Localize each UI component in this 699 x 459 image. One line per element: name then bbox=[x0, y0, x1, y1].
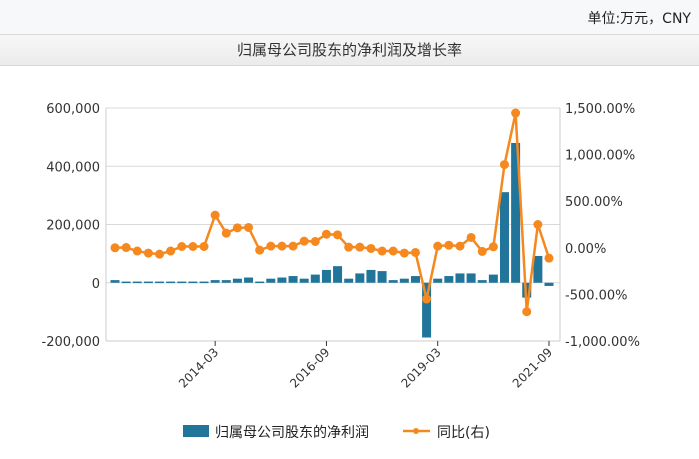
bar bbox=[499, 192, 509, 283]
line-point bbox=[232, 223, 242, 233]
bar bbox=[299, 278, 309, 283]
combo-chart: 600,000 400,000 200,000 0 -200,000 1,500.00% 1… bbox=[42, 102, 640, 441]
line-point bbox=[166, 246, 176, 256]
bar bbox=[388, 280, 398, 283]
y-left-tick-label: -200,000 bbox=[42, 335, 100, 350]
line-point bbox=[333, 230, 343, 240]
line-point bbox=[366, 243, 376, 253]
line-point bbox=[321, 229, 331, 239]
bar bbox=[399, 278, 409, 283]
line-point bbox=[143, 248, 153, 258]
legend-bar-swatch bbox=[183, 425, 209, 437]
bar bbox=[155, 281, 165, 284]
bar bbox=[232, 278, 242, 283]
bar bbox=[110, 280, 120, 283]
y-left-tick-label: 400,000 bbox=[46, 160, 100, 175]
y-right-tick-label: 500.00% bbox=[565, 195, 623, 210]
line-point bbox=[422, 294, 432, 304]
bar bbox=[488, 274, 498, 283]
bar bbox=[288, 276, 298, 283]
bar bbox=[333, 266, 343, 283]
line-point bbox=[210, 210, 220, 220]
line-point bbox=[221, 228, 231, 238]
line-point bbox=[344, 242, 354, 252]
x-tick-label: 2016-09 bbox=[287, 345, 332, 390]
line-point bbox=[533, 220, 543, 229]
bar bbox=[410, 276, 420, 283]
bar bbox=[355, 273, 365, 283]
bar bbox=[166, 281, 176, 284]
line-point bbox=[488, 242, 498, 252]
bar bbox=[244, 277, 254, 283]
line-point bbox=[388, 246, 398, 256]
bar bbox=[533, 255, 543, 283]
line-point bbox=[132, 246, 142, 256]
line-point bbox=[444, 240, 454, 250]
line-point bbox=[455, 241, 465, 251]
bar bbox=[199, 281, 209, 284]
y-left-tick-label: 600,000 bbox=[46, 102, 100, 117]
line-point bbox=[499, 160, 509, 170]
legend-bar-label: 归属母公司股东的净利润 bbox=[215, 424, 369, 441]
line-point bbox=[155, 249, 165, 259]
line-point bbox=[266, 241, 276, 251]
bar bbox=[255, 281, 265, 284]
bar bbox=[377, 271, 387, 283]
line-point bbox=[477, 246, 487, 256]
line-point bbox=[177, 241, 187, 251]
bar bbox=[221, 280, 231, 283]
y-right-tick-label: 1,000.00% bbox=[565, 149, 635, 164]
legend-line-label: 同比(右) bbox=[437, 425, 490, 441]
line-point bbox=[466, 232, 476, 242]
bar bbox=[277, 277, 287, 283]
bar bbox=[210, 280, 220, 283]
bar bbox=[366, 269, 376, 283]
bar bbox=[266, 278, 276, 283]
y-left-tick-label: 200,000 bbox=[46, 219, 100, 234]
x-tick-label: 2019-03 bbox=[398, 345, 443, 390]
x-tick-label: 2014-03 bbox=[176, 345, 221, 390]
line-point bbox=[299, 236, 309, 246]
line-point bbox=[355, 242, 365, 252]
line-point bbox=[522, 307, 532, 317]
bar bbox=[444, 276, 454, 283]
bar bbox=[321, 269, 331, 283]
line-point bbox=[121, 243, 131, 253]
line-point bbox=[310, 236, 320, 246]
bar bbox=[477, 280, 487, 283]
line-point bbox=[288, 241, 298, 251]
legend-line-dot bbox=[413, 428, 419, 434]
line-point bbox=[377, 246, 387, 256]
y-right-tick-label: 1,500.00% bbox=[565, 102, 635, 117]
line-point bbox=[511, 108, 521, 118]
bar bbox=[310, 274, 320, 283]
line-point bbox=[433, 241, 443, 251]
bar bbox=[143, 281, 153, 284]
bar bbox=[466, 273, 476, 283]
y-right-tick-label: 0.00% bbox=[565, 242, 606, 257]
bar bbox=[433, 278, 443, 283]
line-point bbox=[110, 243, 120, 253]
line-point bbox=[244, 222, 254, 232]
y-right-tick-label: -500.00% bbox=[565, 288, 628, 303]
y-right-tick-label: -1,000.00% bbox=[565, 335, 640, 350]
line-point bbox=[255, 245, 265, 255]
line-point bbox=[199, 241, 209, 251]
x-tick-label: 2021-09 bbox=[510, 345, 555, 390]
chart-panel: 单位:万元，CNY 归属母公司股东的净利润及增长率 600,000 400,000… bbox=[0, 0, 699, 459]
bar bbox=[132, 281, 142, 284]
bar bbox=[177, 281, 187, 284]
y-left-tick-label: 0 bbox=[92, 277, 100, 292]
bar bbox=[544, 282, 554, 286]
line-point bbox=[188, 241, 198, 251]
line-point bbox=[399, 248, 409, 258]
line-point bbox=[544, 253, 554, 263]
line-point bbox=[410, 247, 420, 257]
bar bbox=[455, 273, 465, 283]
bar bbox=[344, 278, 354, 283]
bar bbox=[121, 281, 131, 284]
bar bbox=[188, 281, 198, 284]
line-point bbox=[277, 241, 287, 251]
